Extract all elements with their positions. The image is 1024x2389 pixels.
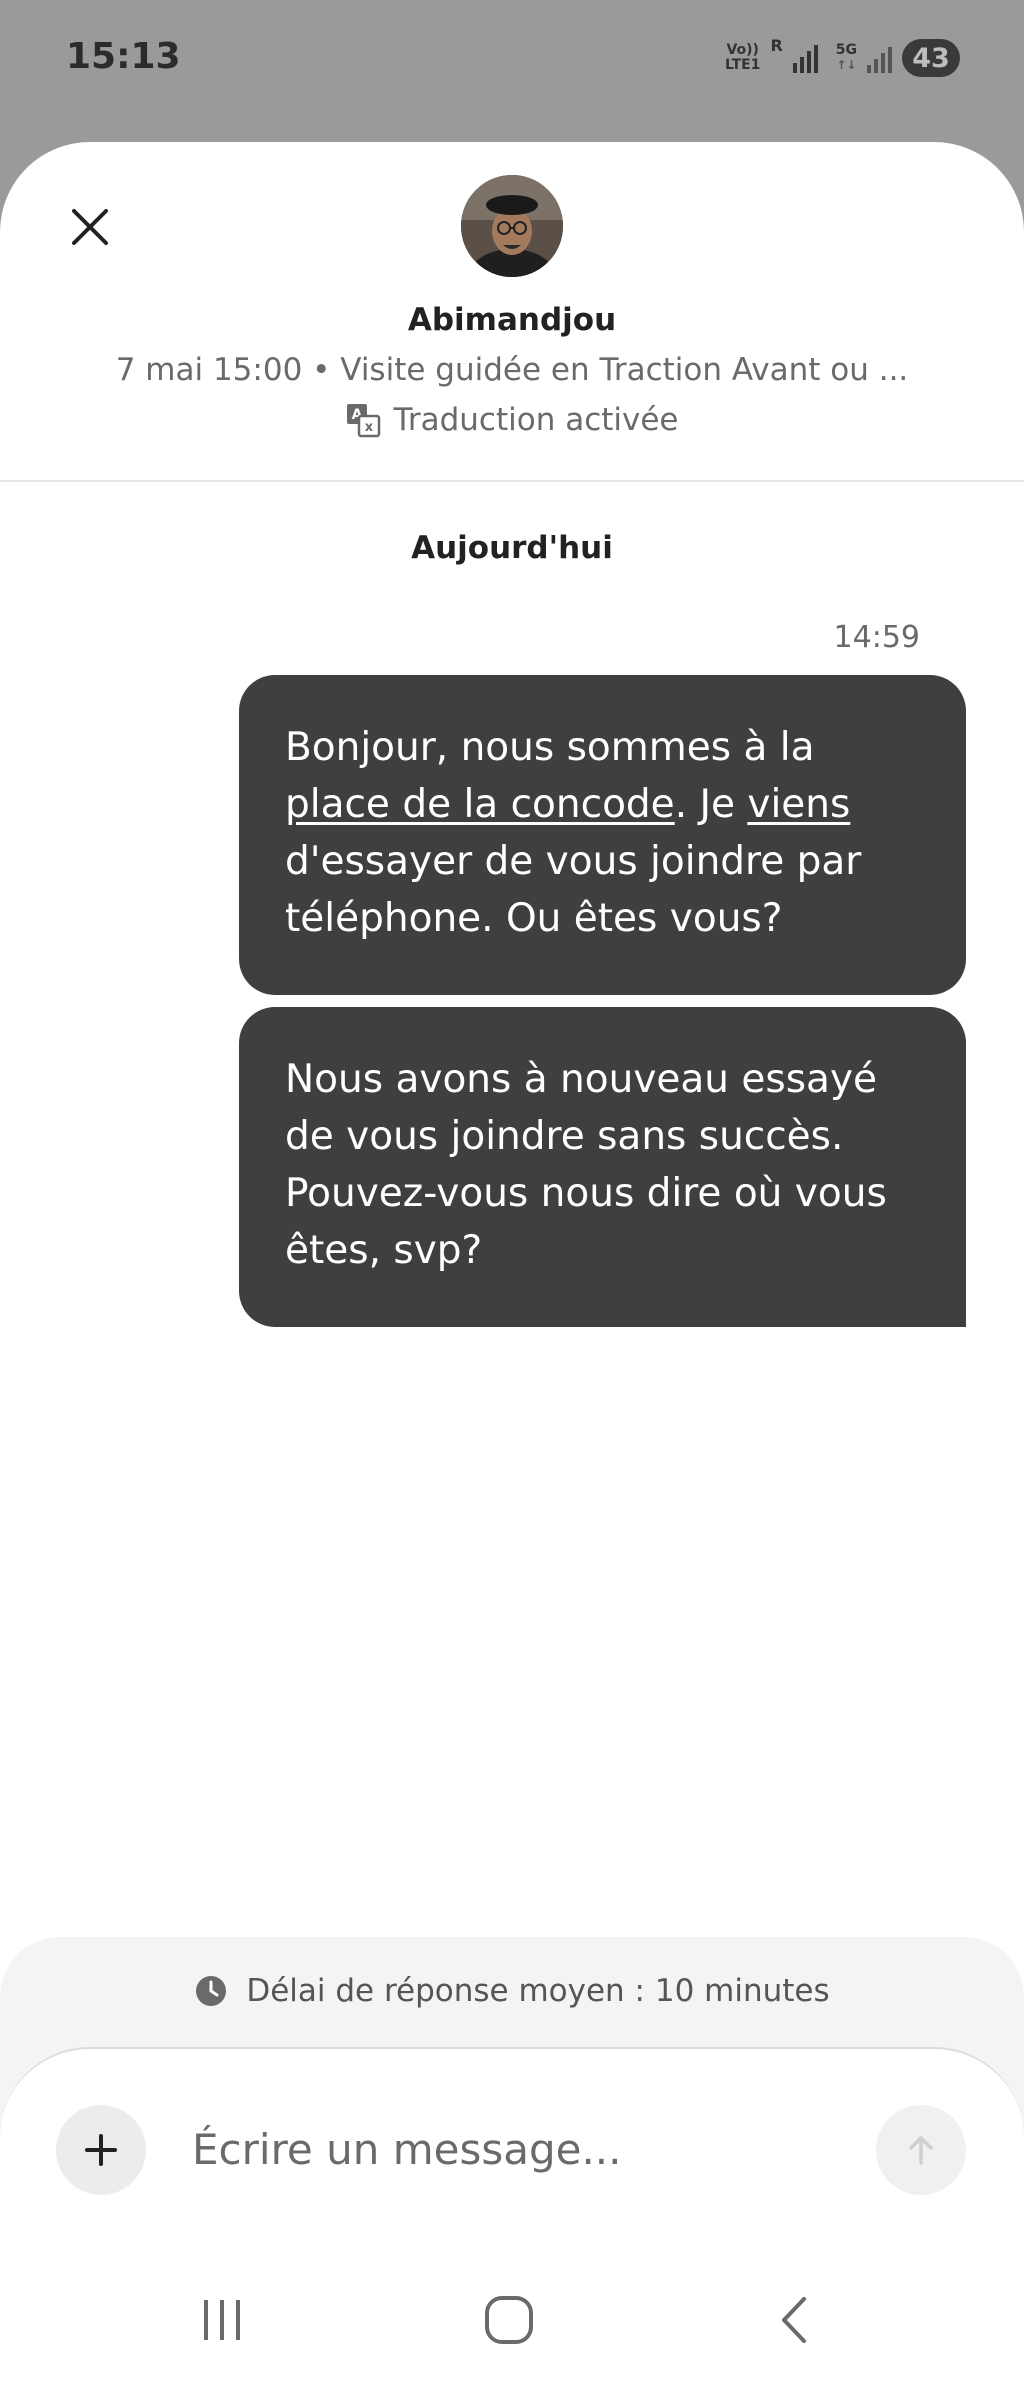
svg-text:x: x	[365, 420, 374, 435]
signal-strength-2-icon	[867, 43, 892, 73]
translate-icon: A x	[347, 404, 381, 438]
sim-label: R	[770, 36, 783, 55]
status-bar: 15:13 Vo)) LTE1 R 5G ↑↓ 43	[0, 0, 1024, 140]
conversation-sheet: Abimandjou 7 mai 15:00 • Visite guidée e…	[0, 142, 1024, 2389]
recents-icon	[204, 2300, 240, 2340]
header-divider	[0, 480, 1024, 482]
status-icons: Vo)) LTE1 R 5G ↑↓ 43	[725, 36, 960, 80]
home-button[interactable]	[459, 2280, 559, 2360]
send-button[interactable]	[876, 2105, 966, 2195]
host-avatar[interactable]	[461, 175, 563, 277]
host-name: Abimandjou	[407, 302, 617, 338]
recents-button[interactable]	[172, 2280, 272, 2360]
network-type: 5G ↑↓	[835, 42, 857, 73]
home-icon	[485, 2296, 533, 2344]
date-separator: Aujourd'hui	[411, 530, 613, 566]
status-time: 15:13	[66, 36, 181, 77]
plus-icon	[85, 2134, 117, 2166]
message-bubble[interactable]: Nous avons à nouveau essayé de vous join…	[239, 1007, 966, 1327]
add-attachment-button[interactable]	[56, 2105, 146, 2195]
translation-label: Traduction activée	[393, 402, 679, 438]
arrow-up-icon	[909, 2136, 933, 2165]
translation-status[interactable]: A x Traduction activée	[0, 402, 1024, 438]
avatar-image	[461, 175, 563, 277]
message-input[interactable]	[192, 2119, 832, 2179]
back-button[interactable]	[746, 2280, 846, 2360]
response-time-info: Délai de réponse moyen : 10 minutes	[0, 1973, 1024, 2009]
signal-strength-icon	[792, 43, 818, 73]
system-navigation-bar	[0, 2260, 1024, 2389]
close-button[interactable]	[60, 197, 120, 257]
close-icon	[72, 209, 108, 245]
battery-indicator: 43	[902, 39, 960, 77]
message-timestamp: 14:59	[833, 620, 920, 655]
response-time-label: Délai de réponse moyen : 10 minutes	[246, 1973, 830, 2009]
trip-info[interactable]: 7 mai 15:00 • Visite guidée en Traction …	[110, 352, 914, 388]
volte-indicator: Vo)) LTE1	[724, 42, 761, 73]
message-link[interactable]: viens	[747, 782, 850, 827]
clock-icon	[196, 1976, 227, 2006]
back-icon	[782, 2297, 806, 2343]
data-arrows-icon: ↑↓	[836, 58, 857, 72]
message-bubble[interactable]: Bonjour, nous sommes à la place de la co…	[239, 675, 966, 995]
message-link[interactable]: place de la concode	[285, 782, 675, 827]
